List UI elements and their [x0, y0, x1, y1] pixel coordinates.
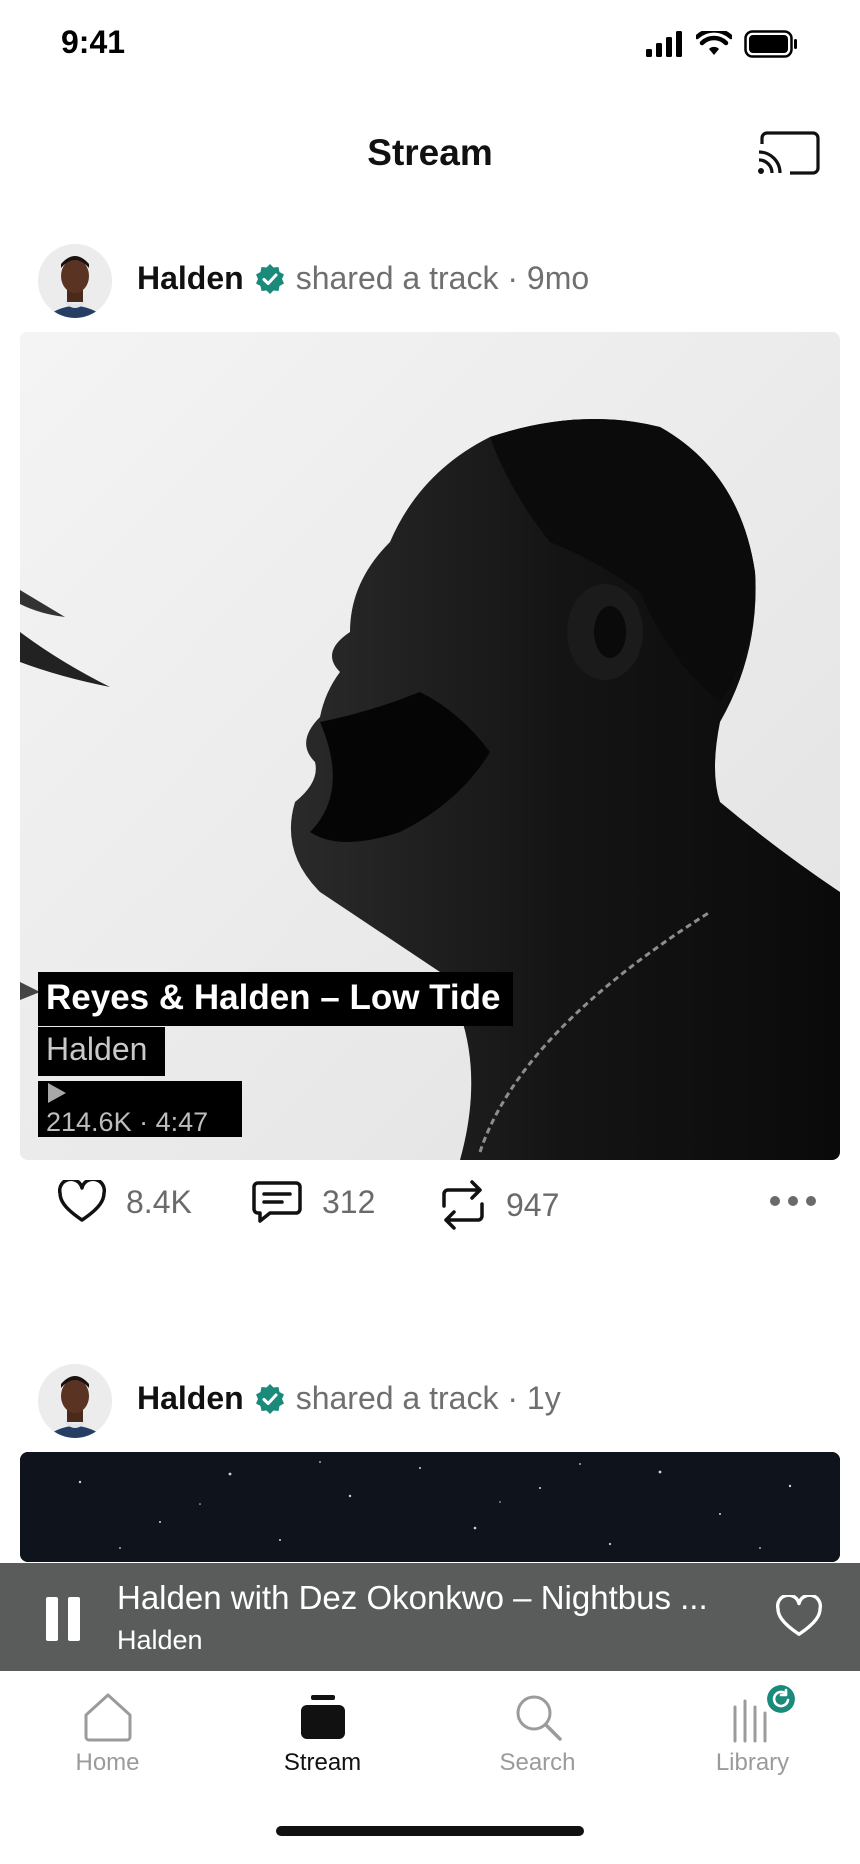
pause-button[interactable]: [44, 1597, 82, 1641]
tab-search[interactable]: Search: [430, 1691, 645, 1801]
post-meta: Halden shared a track · 1y: [137, 1380, 561, 1417]
track-stats: 214.6K · 4:47: [46, 1107, 209, 1137]
track-artwork[interactable]: [20, 1452, 840, 1562]
comment-icon: [252, 1181, 302, 1223]
battery-icon: [744, 30, 797, 58]
mini-player-title: Halden with Dez Okonkwo – Nightbus ...: [117, 1579, 708, 1616]
comment-button[interactable]: 312: [252, 1180, 375, 1224]
post-meta: Halden shared a track · 9mo: [137, 260, 589, 297]
artwork-image: [20, 1452, 840, 1562]
repost-button[interactable]: 947: [440, 1180, 559, 1230]
mini-player-artist: Halden: [117, 1625, 203, 1655]
more-options-button[interactable]: [770, 1196, 816, 1206]
mini-player-like-button[interactable]: [775, 1593, 823, 1639]
track-title[interactable]: Reyes & Halden – Low Tide: [38, 972, 513, 1026]
tab-label: Search: [499, 1749, 576, 1776]
stream-icon: [300, 1695, 345, 1739]
cast-button[interactable]: [756, 130, 822, 180]
tab-library[interactable]: Library: [645, 1685, 860, 1801]
post-header: Halden shared a track · 9mo: [0, 244, 860, 334]
home-icon: [84, 1693, 131, 1742]
signal-icon: [646, 31, 682, 57]
tab-label: Stream: [283, 1749, 362, 1776]
heart-icon: [58, 1180, 106, 1222]
header: Stream: [0, 120, 860, 190]
verified-badge-icon: [255, 1383, 284, 1414]
track-stats-box: 214.6K · 4:47: [38, 1081, 242, 1137]
status-bar: 9:41: [0, 0, 860, 90]
heart-icon: [775, 1593, 823, 1636]
more-dot: [806, 1196, 816, 1206]
repost-icon: [442, 1180, 484, 1230]
like-count: 8.4K: [126, 1183, 192, 1220]
post-actions: 8.4K 312 947: [0, 1180, 860, 1240]
tab-home[interactable]: Home: [0, 1691, 215, 1801]
verified-badge-icon: [255, 263, 284, 294]
status-time: 9:41: [61, 24, 126, 60]
pause-bar: [46, 1597, 58, 1641]
post-header: Halden shared a track · 1y: [0, 1364, 860, 1454]
search-icon: [516, 1695, 562, 1741]
like-button[interactable]: 8.4K: [58, 1180, 192, 1224]
avatar-image: [38, 1364, 112, 1438]
more-dot: [788, 1196, 798, 1206]
tab-label: Home: [75, 1749, 140, 1776]
play-icon[interactable]: [46, 1081, 68, 1105]
avatar-image: [38, 244, 112, 318]
cast-icon: [758, 131, 820, 175]
track-artist[interactable]: Halden: [38, 1027, 166, 1076]
pause-bar: [68, 1597, 80, 1641]
post-action-text: shared a track · 1y: [295, 1380, 561, 1416]
post-username[interactable]: Halden: [137, 260, 244, 297]
avatar[interactable]: [38, 244, 112, 318]
comment-count: 312: [322, 1183, 376, 1220]
tab-stream[interactable]: Stream: [215, 1691, 430, 1801]
status-icons: [646, 30, 798, 58]
page-title: Stream: [367, 132, 493, 173]
post-username[interactable]: Halden: [137, 1380, 244, 1417]
activity-badge-icon: [767, 1685, 795, 1713]
post-action-text: shared a track · 9mo: [295, 260, 590, 296]
tab-label: Library: [715, 1749, 790, 1776]
avatar[interactable]: [38, 1364, 112, 1438]
home-indicator[interactable]: [276, 1826, 584, 1836]
more-dot: [770, 1196, 780, 1206]
repost-count: 947: [506, 1186, 560, 1223]
mini-player[interactable]: Halden with Dez Okonkwo – Nightbus ... H…: [0, 1563, 860, 1671]
wifi-icon: [696, 31, 732, 55]
